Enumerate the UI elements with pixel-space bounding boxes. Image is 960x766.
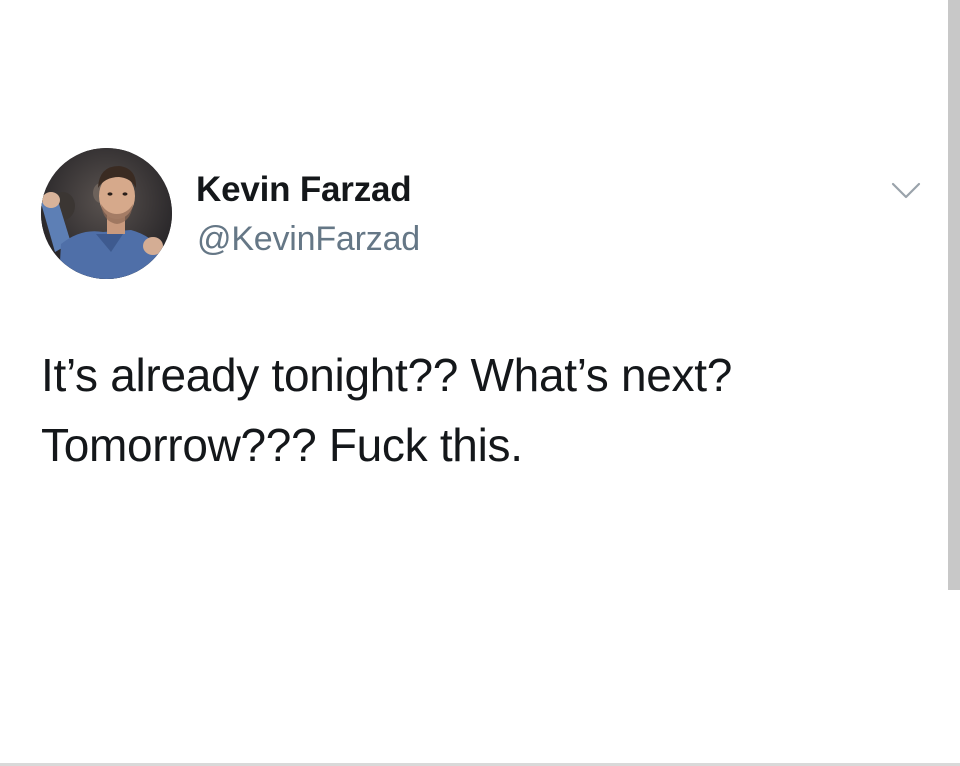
tweet-text-line: Tomorrow??? Fuck this. [41, 419, 523, 471]
profile-photo-icon [41, 148, 172, 279]
avatar[interactable] [41, 148, 172, 279]
author-display-name[interactable]: Kevin Farzad [196, 170, 412, 210]
chevron-down-icon[interactable] [889, 180, 923, 202]
tweet-card: Kevin Farzad @KevinFarzad It’s already t… [0, 0, 948, 766]
author-handle[interactable]: @KevinFarzad [197, 220, 420, 259]
scrollbar-thumb[interactable] [948, 0, 960, 590]
tweet-text: It’s already tonight?? What’s next? Tomo… [41, 340, 921, 480]
tweet-text-line: It’s already tonight?? What’s next? [41, 349, 733, 401]
